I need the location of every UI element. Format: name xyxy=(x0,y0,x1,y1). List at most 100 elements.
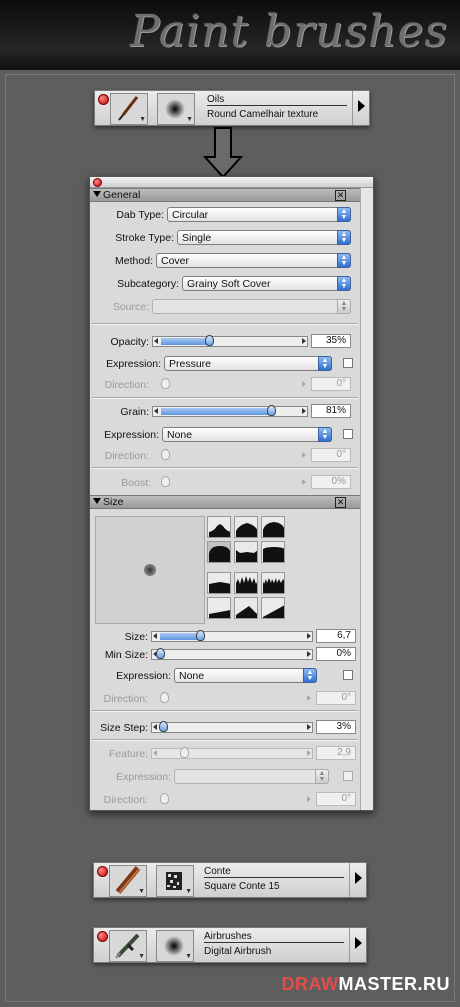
brush-category-tile[interactable]: ▼ xyxy=(110,93,148,125)
disclosure-triangle-icon[interactable] xyxy=(93,191,101,197)
feature-expression-invert-checkbox[interactable] xyxy=(343,771,353,781)
arrow-right-icon[interactable] xyxy=(302,381,306,387)
play-arrow-icon[interactable] xyxy=(355,937,362,949)
arrow-left-icon[interactable] xyxy=(154,408,158,414)
opacity-expression-select[interactable]: Pressure ▲ ▼ xyxy=(164,356,332,371)
grain-expression-invert-checkbox[interactable] xyxy=(343,429,353,439)
close-section-icon[interactable]: ✕ xyxy=(335,190,346,201)
arrow-right-icon[interactable] xyxy=(307,651,311,657)
opacity-expression-invert-checkbox[interactable] xyxy=(343,358,353,368)
size-slider[interactable] xyxy=(151,630,313,642)
brush-variant-tile[interactable]: ▼ xyxy=(156,930,194,962)
profile-medium-icon[interactable] xyxy=(234,516,258,538)
feature-slider[interactable] xyxy=(151,747,313,759)
size-expression-invert-checkbox[interactable] xyxy=(343,670,353,680)
direction-slider-knob[interactable] xyxy=(161,449,170,460)
arrow-left-icon[interactable] xyxy=(154,338,158,344)
min-size-slider[interactable] xyxy=(151,648,313,660)
brush-variant-tile[interactable]: ▼ xyxy=(156,865,194,897)
method-select[interactable]: Cover ▲ ▼ xyxy=(156,253,351,268)
stroke-type-select[interactable]: Single ▲ ▼ xyxy=(177,230,351,245)
grain-value-field[interactable]: 81% xyxy=(311,404,351,418)
opacity-value-field[interactable]: 35% xyxy=(311,334,351,348)
size-step-slider[interactable] xyxy=(151,721,313,733)
grain-expression-select[interactable]: None ▲ ▼ xyxy=(162,427,332,442)
close-section-icon[interactable]: ✕ xyxy=(335,497,346,508)
size-slider-knob[interactable] xyxy=(196,630,205,641)
brush-category-tile[interactable]: ▼ xyxy=(109,930,147,962)
arrow-right-icon[interactable] xyxy=(302,338,306,344)
grain-slider[interactable] xyxy=(152,405,308,417)
direction-slider-knob[interactable] xyxy=(160,692,169,703)
feature-direction-value-field[interactable]: 0° xyxy=(316,792,356,806)
grain-direction-value-field[interactable]: 0° xyxy=(311,448,351,462)
size-direction-value-field[interactable]: 0° xyxy=(316,691,356,705)
opacity-direction-slider[interactable] xyxy=(152,378,308,390)
opacity-slider[interactable] xyxy=(152,335,308,347)
close-icon[interactable] xyxy=(97,931,108,942)
profile-watercolor-icon[interactable] xyxy=(207,541,231,563)
opacity-direction-value-field[interactable]: 0° xyxy=(311,377,351,391)
feature-expression-select[interactable]: ▲ ▼ xyxy=(174,769,329,784)
arrow-left-icon[interactable] xyxy=(153,724,157,730)
disclosure-triangle-icon[interactable] xyxy=(93,498,101,504)
play-arrow-icon[interactable] xyxy=(358,100,365,112)
palette-titlebar[interactable] xyxy=(90,177,373,188)
brush-category-tile[interactable]: ▼ xyxy=(109,865,147,897)
subcategory-value: Grainy Soft Cover xyxy=(187,278,271,290)
profile-flat-icon[interactable] xyxy=(261,541,285,563)
profile-dull-icon[interactable] xyxy=(261,516,285,538)
feature-value-field[interactable]: 2,9 xyxy=(316,746,356,760)
chevron-down-icon: ▼ xyxy=(138,953,145,960)
feature-slider-knob[interactable] xyxy=(180,747,189,758)
arrow-right-icon[interactable] xyxy=(307,633,311,639)
arrow-right-icon[interactable] xyxy=(302,479,306,485)
brush-variant-tile[interactable]: ▼ xyxy=(157,93,195,125)
profile-low-ramp-icon[interactable] xyxy=(207,597,231,619)
size-step-slider-knob[interactable] xyxy=(159,721,168,732)
profile-peak-icon[interactable] xyxy=(234,597,258,619)
profile-hairy-icon[interactable] xyxy=(261,572,285,594)
dab-type-select[interactable]: Circular ▲ ▼ xyxy=(167,207,351,222)
profile-pointed-icon[interactable] xyxy=(207,516,231,538)
arrow-right-icon[interactable] xyxy=(307,750,311,756)
size-value-field[interactable]: 6,7 xyxy=(316,629,356,643)
arrow-left-icon[interactable] xyxy=(153,633,157,639)
profile-jagged-icon[interactable] xyxy=(234,572,258,594)
size-direction-slider[interactable] xyxy=(151,692,313,704)
profile-noise-icon[interactable] xyxy=(207,572,231,594)
arrow-right-icon[interactable] xyxy=(307,724,311,730)
grain-direction-slider[interactable] xyxy=(152,449,308,461)
feature-direction-slider[interactable] xyxy=(151,793,313,805)
min-size-value-field[interactable]: 0% xyxy=(316,647,356,661)
opacity-slider-knob[interactable] xyxy=(205,335,214,346)
section-size-header[interactable]: Size ✕ xyxy=(90,495,360,509)
direction-slider-knob[interactable] xyxy=(161,378,170,389)
opacity-expression-row: Expression: Pressure ▲ ▼ xyxy=(90,355,360,373)
min-size-slider-knob[interactable] xyxy=(156,648,165,659)
stepper-icon: ▲ ▼ xyxy=(315,769,329,784)
arrow-left-icon[interactable] xyxy=(153,750,157,756)
arrow-right-icon[interactable] xyxy=(302,452,306,458)
close-icon[interactable] xyxy=(97,866,108,877)
play-arrow-icon[interactable] xyxy=(355,872,362,884)
subcategory-select[interactable]: Grainy Soft Cover ▲ ▼ xyxy=(182,276,351,291)
scrollbar[interactable] xyxy=(360,188,373,810)
boost-slider[interactable] xyxy=(154,476,308,488)
close-icon[interactable] xyxy=(98,94,109,105)
arrow-right-icon[interactable] xyxy=(307,695,311,701)
boost-value-field[interactable]: 0% xyxy=(311,475,351,489)
size-step-value-field[interactable]: 3% xyxy=(316,720,356,734)
section-general-header[interactable]: General ✕ xyxy=(90,188,360,202)
profile-high-ramp-icon[interactable] xyxy=(261,597,285,619)
size-expression-select[interactable]: None ▲ ▼ xyxy=(174,668,317,683)
arrow-right-icon[interactable] xyxy=(302,408,306,414)
boost-label: Boost: xyxy=(121,477,151,489)
close-icon[interactable] xyxy=(93,178,102,187)
profile-1pixel-icon[interactable] xyxy=(234,541,258,563)
arrow-right-icon[interactable] xyxy=(307,796,311,802)
grain-slider-knob[interactable] xyxy=(267,405,276,416)
source-select[interactable]: ▲ ▼ xyxy=(152,299,351,314)
boost-slider-knob[interactable] xyxy=(161,476,170,487)
direction-slider-knob[interactable] xyxy=(160,793,169,804)
